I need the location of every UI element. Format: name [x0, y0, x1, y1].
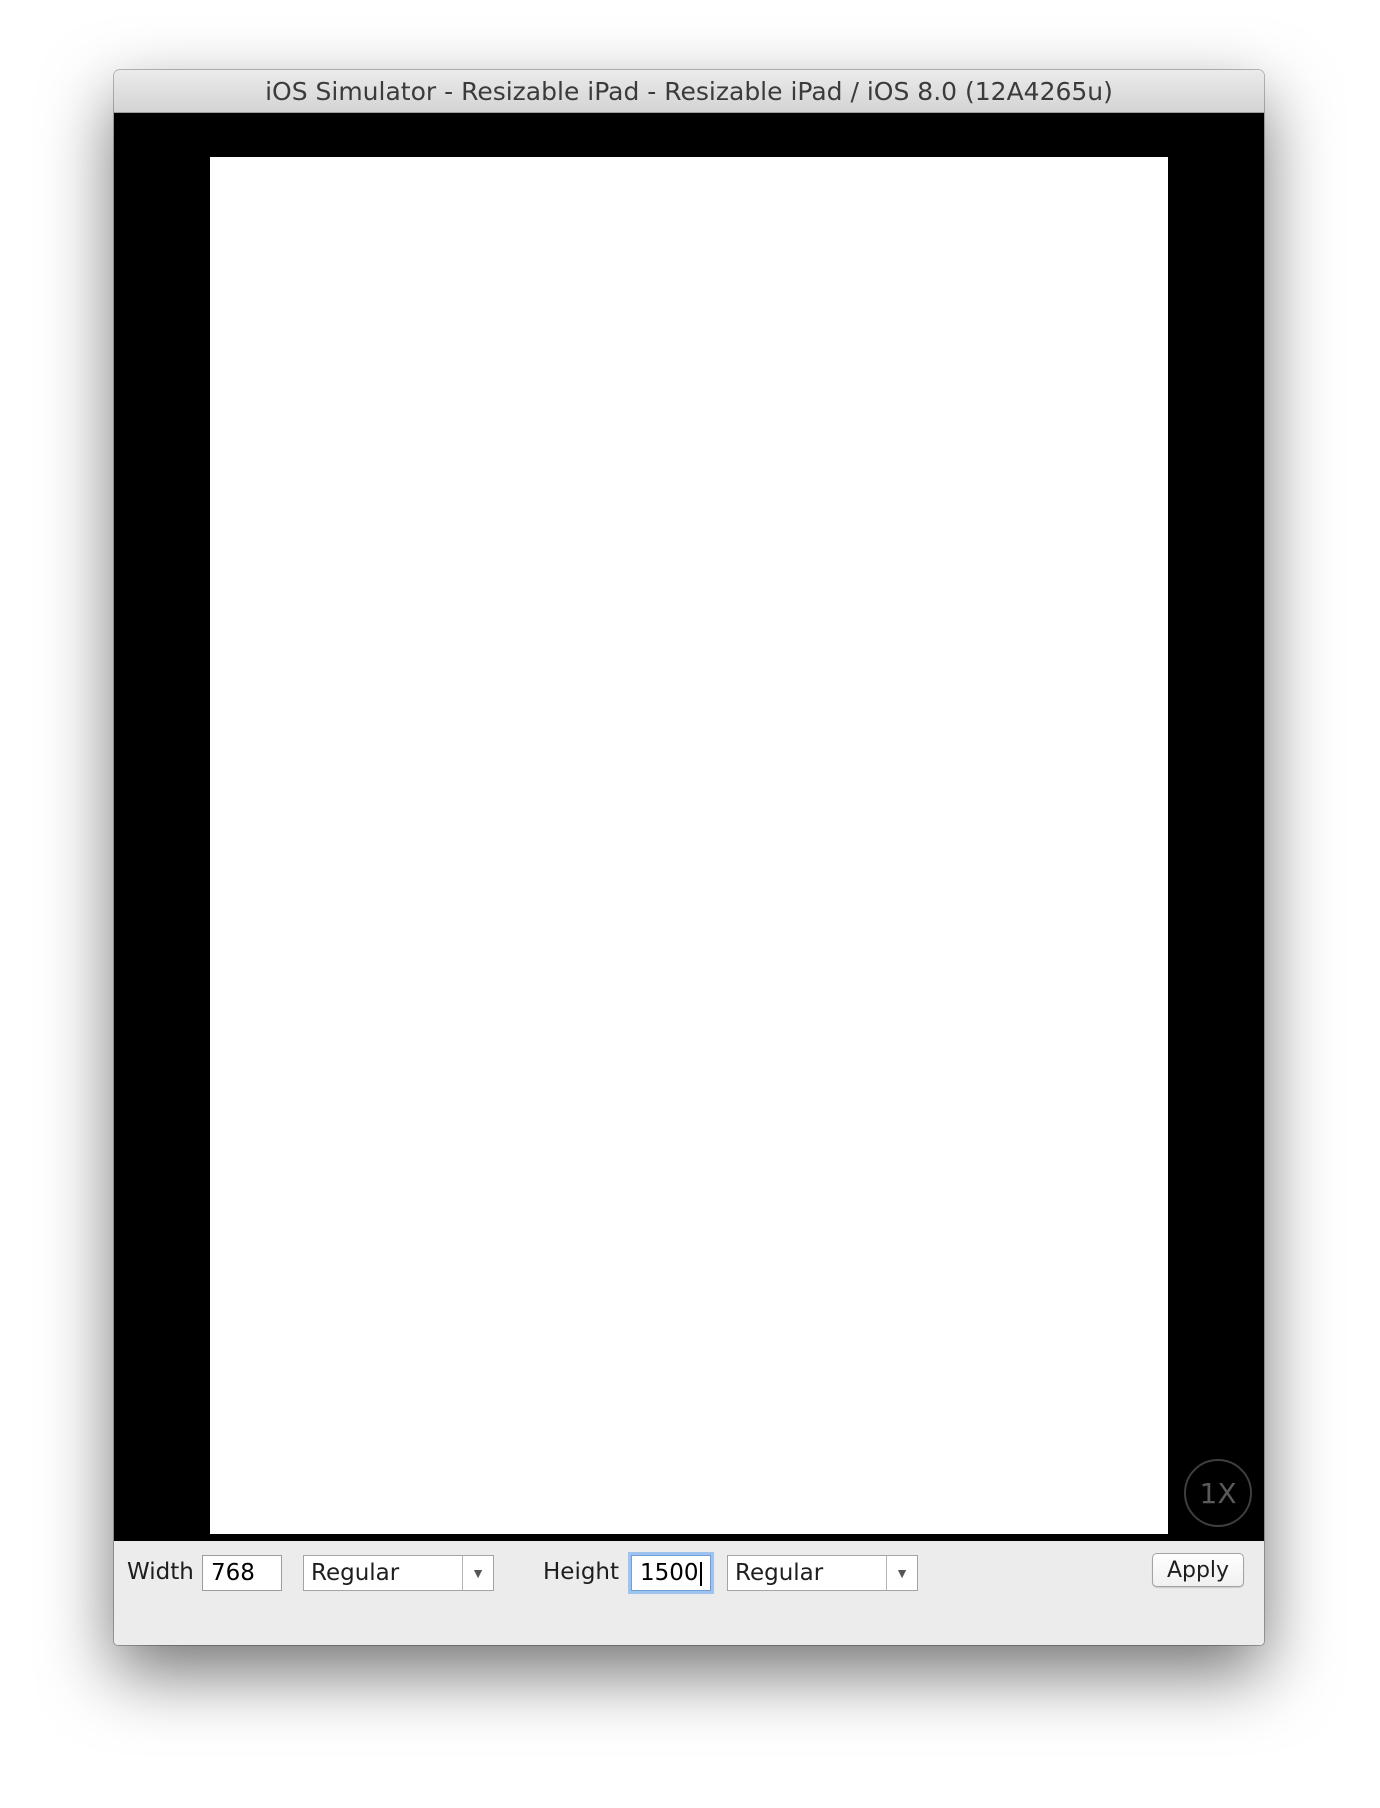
- height-label: Height: [543, 1559, 620, 1585]
- width-field[interactable]: 768: [202, 1555, 282, 1591]
- device-screen[interactable]: [210, 157, 1168, 1534]
- device-bezel: 1X: [114, 113, 1264, 1541]
- window-title: iOS Simulator - Resizable iPad - Resizab…: [265, 76, 1113, 106]
- window-titlebar[interactable]: iOS Simulator - Resizable iPad - Resizab…: [114, 70, 1264, 113]
- apply-button[interactable]: Apply: [1152, 1553, 1244, 1587]
- height-size-class-value: Regular: [735, 1560, 824, 1586]
- simulator-window: iOS Simulator - Resizable iPad - Resizab…: [114, 70, 1264, 1645]
- height-size-class-select[interactable]: Regular ▼: [727, 1555, 918, 1591]
- text-caret: [699, 1561, 702, 1586]
- chevron-down-icon: ▼: [886, 1556, 917, 1590]
- height-field[interactable]: 1500: [631, 1555, 711, 1591]
- width-size-class-select[interactable]: Regular ▼: [303, 1555, 494, 1591]
- zoom-scale-badge[interactable]: 1X: [1184, 1459, 1252, 1527]
- width-label: Width: [127, 1559, 194, 1585]
- width-size-class-value: Regular: [311, 1560, 400, 1586]
- height-field-value: 1500: [640, 1560, 699, 1586]
- resize-toolbar: Width 768 Regular ▼ Height 1500 Regular …: [114, 1541, 1264, 1645]
- chevron-down-icon: ▼: [462, 1556, 493, 1590]
